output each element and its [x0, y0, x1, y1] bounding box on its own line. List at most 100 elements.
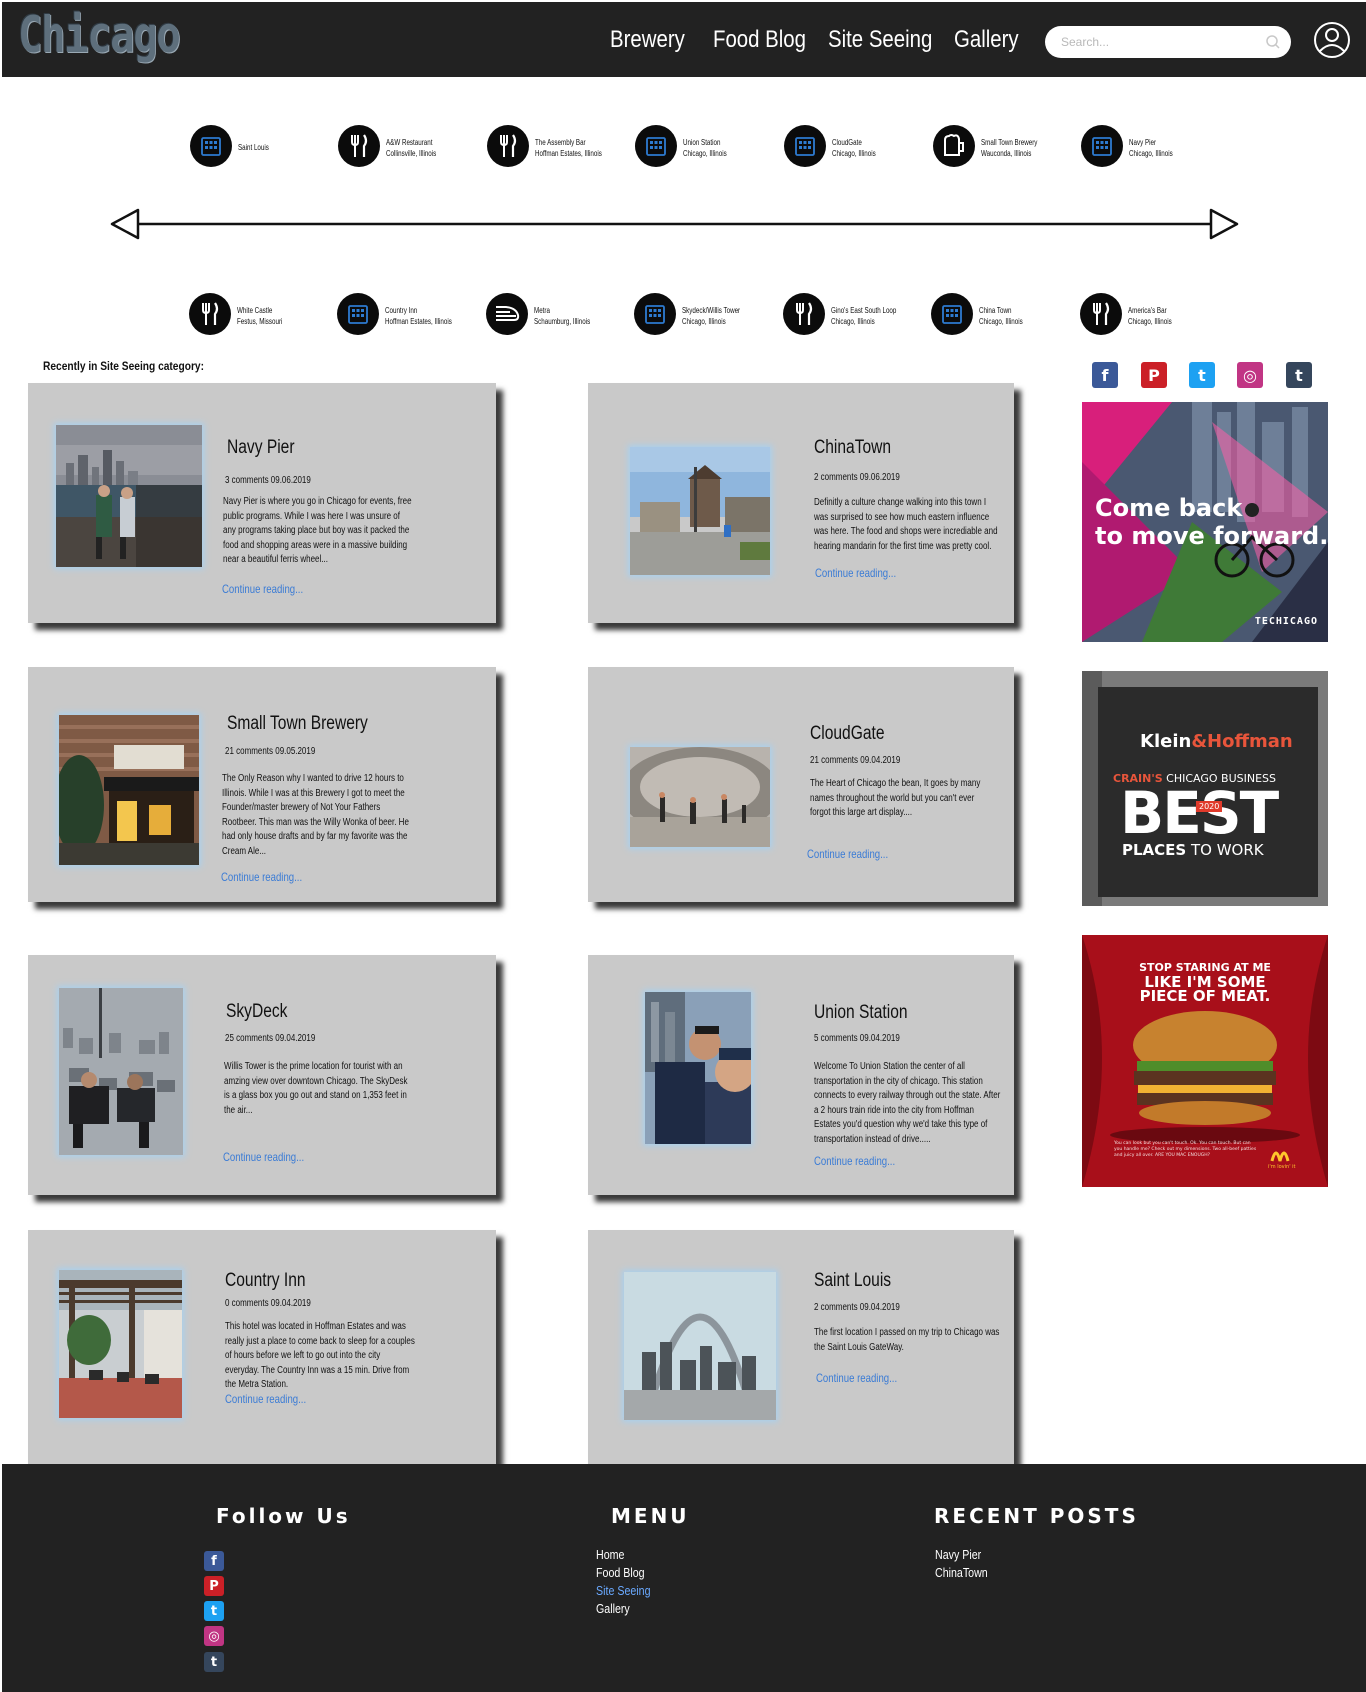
pinterest-icon[interactable]: P: [204, 1576, 224, 1596]
post-excerpt: Navy Pier is where you go in Chicago for…: [223, 496, 412, 565]
continue-reading-link[interactable]: Continue reading...: [815, 566, 896, 580]
nav-site-seeing[interactable]: Site Seeing: [828, 26, 932, 54]
footer-recent-navy-pier[interactable]: Navy Pier: [935, 1547, 981, 1562]
instagram-icon[interactable]: ◎: [1237, 362, 1263, 388]
timeline-stop-location: Festus, Missouri: [237, 317, 283, 326]
continue-reading-link[interactable]: Continue reading...: [222, 582, 303, 596]
post-card-chinatown: ChinaTown 2 comments 09.06.2019 Definitl…: [588, 383, 1014, 623]
timeline-stop-label: The Assembly Bar Hoffman Estates, Illinoi…: [535, 137, 602, 159]
footer-menu-food-blog[interactable]: Food Blog: [596, 1565, 645, 1580]
post-image[interactable]: [59, 715, 199, 865]
timeline-stop-location: Chicago, Illinois: [682, 317, 726, 326]
fork-knife-icon: [783, 293, 825, 335]
nav-food-blog[interactable]: Food Blog: [713, 26, 806, 54]
continue-reading-link[interactable]: Continue reading...: [816, 1371, 897, 1385]
building-icon: [337, 293, 379, 335]
post-excerpt: The Only Reason why I wanted to drive 12…: [222, 773, 409, 857]
timeline-stop-location: Wauconda, Illinois: [981, 149, 1032, 158]
continue-reading-link[interactable]: Continue reading...: [221, 870, 302, 884]
footer-menu-site-seeing[interactable]: Site Seeing: [596, 1583, 651, 1598]
ad-line-3: PIECE OF MEAT.: [1139, 987, 1271, 1005]
continue-reading-link[interactable]: Continue reading...: [225, 1392, 306, 1406]
site-logo[interactable]: Chicago: [18, 6, 181, 64]
post-title[interactable]: Small Town Brewery: [227, 713, 368, 735]
building-icon: [635, 125, 677, 167]
nav-gallery[interactable]: Gallery: [954, 26, 1019, 54]
post-image[interactable]: [630, 747, 770, 847]
nav-brewery[interactable]: Brewery: [610, 26, 685, 54]
search-input[interactable]: [1061, 33, 1251, 51]
user-account-icon[interactable]: [1312, 20, 1352, 60]
footer-menu-home[interactable]: Home: [596, 1547, 624, 1562]
post-title[interactable]: SkyDeck: [226, 1001, 287, 1023]
continue-reading-link[interactable]: Continue reading...: [807, 847, 888, 861]
timeline-stop-name: Small Town Brewery: [981, 138, 1038, 147]
timeline-stop-location: Chicago, Illinois: [683, 149, 727, 158]
timeline-stop-name: White Castle: [237, 306, 273, 315]
post-image[interactable]: [645, 992, 751, 1144]
instagram-icon[interactable]: ◎: [204, 1626, 224, 1646]
facebook-icon[interactable]: f: [204, 1551, 224, 1571]
post-excerpt: Definitly a culture change walking into …: [814, 497, 998, 552]
post-title[interactable]: CloudGate: [810, 723, 884, 745]
tumblr-icon[interactable]: t: [204, 1652, 224, 1672]
post-card-country-inn: Country Inn 0 comments 09.04.2019 This h…: [28, 1230, 496, 1464]
post-meta: 3 comments 09.06.2019: [225, 475, 311, 486]
continue-reading-link[interactable]: Continue reading...: [223, 1150, 304, 1164]
post-image[interactable]: [59, 1270, 182, 1418]
ad-tagline: i'm lovin' it: [1268, 1164, 1296, 1170]
post-card-union-station: Union Station 5 comments 09.04.2019 Welc…: [588, 955, 1014, 1195]
ad-places-line: PLACES TO WORK: [1122, 841, 1264, 859]
timeline-stop-label: White Castle Festus, Missouri: [237, 305, 282, 327]
twitter-icon[interactable]: t: [1189, 362, 1215, 388]
timeline-stop-location: Chicago, Illinois: [1129, 149, 1173, 158]
post-title[interactable]: Country Inn: [225, 1270, 306, 1292]
post-image[interactable]: [59, 988, 183, 1155]
ad-best: BEST: [1120, 779, 1279, 847]
fork-knife-icon: [338, 125, 380, 167]
post-meta: 2 comments 09.06.2019: [814, 472, 900, 483]
post-card-navy-pier: Navy Pier 3 comments 09.06.2019 Navy Pie…: [28, 383, 496, 623]
post-excerpt: This hotel was located in Hoffman Estate…: [225, 1321, 415, 1390]
twitter-icon[interactable]: t: [204, 1601, 224, 1621]
timeline-stop-label: Gino's East South Loop Chicago, Illinois: [831, 305, 896, 327]
continue-reading-link[interactable]: Continue reading...: [814, 1154, 895, 1168]
post-card-small-town-brewery: Small Town Brewery 21 comments 09.05.201…: [28, 667, 496, 902]
search-box: [1045, 26, 1291, 58]
post-meta: 2 comments 09.04.2019: [814, 1302, 900, 1313]
ad-headline-line-1: Come back: [1095, 494, 1243, 522]
post-title[interactable]: Saint Louis: [814, 1270, 891, 1292]
post-image[interactable]: [630, 447, 770, 575]
footer-recent-chinatown[interactable]: ChinaTown: [935, 1565, 988, 1580]
ad-places: PLACES: [1122, 841, 1187, 859]
ad-mcdonalds[interactable]: STOP STARING AT ME LIKE I'M SOME PIECE O…: [1082, 935, 1328, 1187]
post-title[interactable]: Navy Pier: [227, 437, 295, 459]
timeline-stop-name: America's Bar: [1128, 306, 1167, 315]
timeline-stop-label: CloudGate Chicago, Illinois: [832, 137, 876, 159]
post-title[interactable]: Union Station: [814, 1002, 908, 1024]
post-image[interactable]: [624, 1272, 776, 1420]
post-title[interactable]: ChinaTown: [814, 437, 891, 459]
beer-mug-icon: [933, 125, 975, 167]
pinterest-icon[interactable]: P: [1141, 362, 1167, 388]
site-header: Chicago Brewery Food Blog Site Seeing Ga…: [2, 2, 1366, 77]
building-icon: [784, 125, 826, 167]
post-image[interactable]: [56, 425, 202, 567]
footer-menu-gallery[interactable]: Gallery: [596, 1601, 630, 1616]
ad-fine-print: You can look but you can't touch. Ok. Yo…: [1114, 1141, 1257, 1158]
building-icon: [190, 125, 232, 167]
timeline-stop-label: Metra Schaumburg, Illinois: [534, 305, 590, 327]
ad-klein-hoffman-logo: Klein&Hoffman: [1140, 731, 1293, 752]
post-card-skydeck: SkyDeck 25 comments 09.04.2019 Willis To…: [28, 955, 496, 1195]
post-excerpt: Willis Tower is the prime location for t…: [224, 1061, 408, 1116]
footer-follow-title: Follow Us: [216, 1504, 351, 1528]
facebook-icon[interactable]: f: [1092, 362, 1118, 388]
ad-klein-hoffman[interactable]: Klein&Hoffman CRAIN'S CHICAGO BUSINESS B…: [1082, 671, 1328, 906]
search-icon[interactable]: [1265, 34, 1281, 50]
timeline-stop-label: Country Inn Hoffman Estates, Illinois: [385, 305, 452, 327]
ad-year-badge: 2020: [1196, 801, 1223, 812]
timeline-stop-location: Collinsville, Illinois: [386, 149, 437, 158]
tumblr-icon[interactable]: t: [1286, 362, 1312, 388]
ad-techicago[interactable]: Come back to move forward. TECHICAGO: [1082, 402, 1328, 642]
timeline-double-arrow: [110, 208, 1239, 240]
